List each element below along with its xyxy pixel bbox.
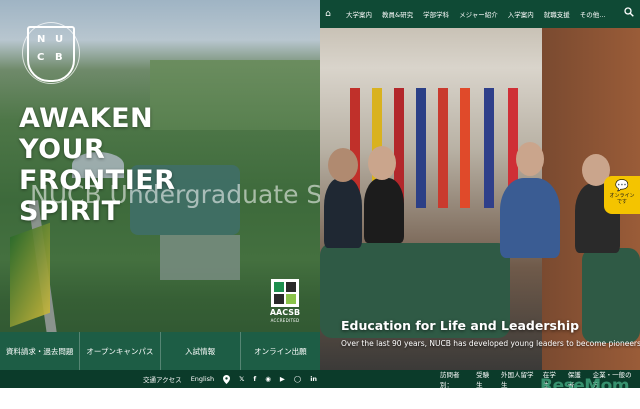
photo-flag	[438, 88, 448, 208]
youtube-icon[interactable]: ▶	[280, 375, 285, 383]
nav-about[interactable]: 大学案内	[346, 9, 372, 19]
quick-link-online-application[interactable]: オンライン出願	[241, 332, 320, 370]
visitor-link-applicants[interactable]: 受験生	[476, 369, 493, 389]
quick-link-open-campus[interactable]: オープンキャンパス	[80, 332, 161, 370]
nav-career[interactable]: 就職支援	[544, 9, 570, 19]
linkedin-icon[interactable]: in	[310, 375, 317, 383]
online-chat-button[interactable]: 💬 オンライン です	[604, 176, 640, 214]
aacsb-logo-icon[interactable]	[271, 279, 299, 307]
aerial-field	[150, 60, 320, 130]
chat-bubble-icon: 💬	[615, 179, 629, 192]
university-crest[interactable]: N U C B	[27, 26, 75, 82]
aacsb-name: AACSB	[269, 308, 301, 317]
home-icon[interactable]: ⌂	[320, 9, 336, 19]
aerial-parking	[160, 235, 240, 280]
access-link[interactable]: 交通アクセス	[143, 374, 182, 384]
map-pin-icon[interactable]	[223, 374, 231, 384]
nav-more[interactable]: その他...	[580, 9, 606, 19]
visitor-link-international[interactable]: 外国人留学生	[501, 369, 535, 389]
x-icon[interactable]: 𝕏	[239, 375, 244, 383]
footer-left-links: 交通アクセス English 𝕏 f ◉ ▶ ◯ in	[143, 370, 326, 388]
quick-link-admissions[interactable]: 入試情報	[161, 332, 241, 370]
top-nav: ⌂ 大学案内 教員&研究 学部学科 メジャー紹介 入学案内 就職支援 その他..…	[320, 0, 640, 28]
photo-person	[328, 148, 358, 182]
line-icon[interactable]: ◉	[265, 375, 271, 383]
nav-faculty[interactable]: 教員&研究	[382, 9, 413, 19]
aacsb-subtitle: ACCREDITED	[270, 318, 300, 323]
quick-link-request[interactable]: 資料請求・過去問題	[0, 332, 81, 370]
hero-panel: N U C B AWAKEN YOUR FRONTIER SPIRIT NUCB…	[0, 0, 320, 370]
photo-flag	[460, 88, 470, 208]
feature-photo: Education for Life and Leadership Over t…	[320, 28, 640, 370]
instagram-icon[interactable]: ◯	[294, 375, 301, 383]
quick-links-bar: 資料請求・過去問題 オープンキャンパス 入試情報 オンライン出願	[0, 332, 320, 370]
nav-departments[interactable]: 学部学科	[423, 9, 449, 19]
search-icon[interactable]	[624, 7, 634, 17]
photo-person	[364, 178, 404, 243]
page-bottom-strip	[0, 388, 640, 409]
aerial-flag	[10, 222, 50, 328]
nav-majors[interactable]: メジャー紹介	[459, 9, 498, 19]
visitor-label: 訪問者別：	[440, 371, 460, 389]
photo-person	[324, 178, 362, 248]
photo-person	[500, 178, 560, 258]
english-link[interactable]: English	[191, 375, 214, 383]
photo-flag	[416, 88, 426, 208]
nav-admissions[interactable]: 入学案内	[508, 9, 534, 19]
feature-title: Education for Life and Leadership	[341, 318, 580, 333]
photo-sofa	[582, 248, 640, 343]
photo-person	[516, 142, 544, 176]
photo-flag	[484, 88, 494, 208]
facebook-icon[interactable]: f	[253, 375, 256, 383]
hero-subtitle: NUCB Undergraduate School	[30, 180, 320, 209]
feature-subtitle: Over the last 90 years, NUCB has develop…	[341, 339, 640, 348]
photo-person	[368, 146, 396, 180]
